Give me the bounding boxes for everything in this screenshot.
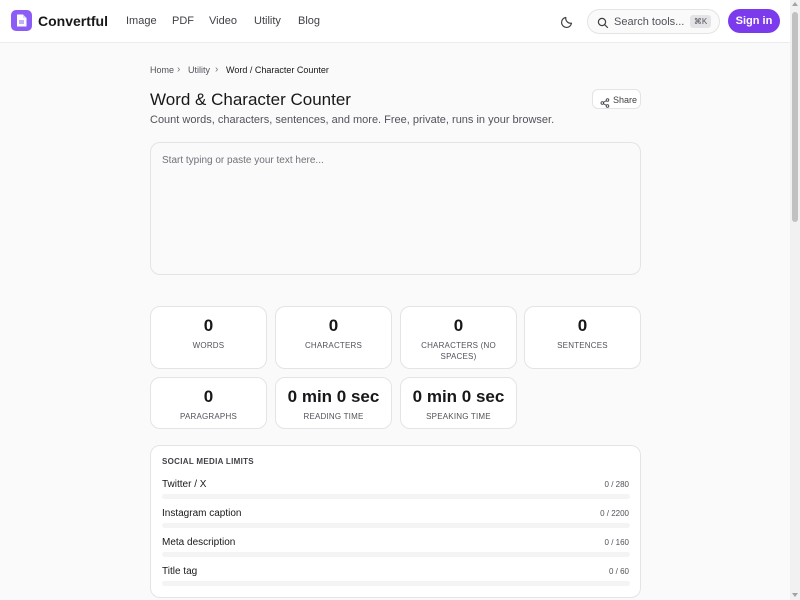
nav-pdf[interactable]: PDF bbox=[172, 15, 194, 27]
scroll-down-icon[interactable] bbox=[792, 593, 798, 597]
text-input-placeholder: Start typing or paste your text here... bbox=[162, 155, 324, 166]
search-shortcut: ⌘K bbox=[690, 15, 711, 28]
social-media-limits-title: SOCIAL MEDIA LIMITS bbox=[162, 457, 254, 466]
stat-value: 0 bbox=[203, 316, 214, 335]
stat-label: Characters (no spaces) bbox=[421, 341, 496, 361]
top-header: Convertful Image PDF Video Utility Blog … bbox=[0, 0, 790, 43]
nav-video[interactable]: Video bbox=[209, 15, 237, 27]
stat-label: Speaking time bbox=[426, 412, 491, 421]
nav-image[interactable]: Image bbox=[126, 15, 157, 27]
stat-card-speaking-time: 0 min 0 sec Speaking time bbox=[400, 377, 517, 429]
scroll-thumb[interactable] bbox=[792, 12, 798, 222]
stat-card-sentences: 0 Sentences bbox=[524, 306, 641, 369]
limit-bar-meta-description bbox=[162, 552, 630, 557]
stat-label: Sentences bbox=[557, 341, 608, 350]
stat-value: 0 bbox=[577, 316, 588, 335]
limit-bar-twitter bbox=[162, 494, 630, 499]
limit-bar-instagram bbox=[162, 523, 630, 528]
stat-value: 0 bbox=[453, 316, 464, 335]
signin-button[interactable]: Sign in bbox=[728, 9, 780, 33]
nav-blog[interactable]: Blog bbox=[298, 15, 320, 27]
moon-icon[interactable] bbox=[560, 13, 576, 29]
stat-label: Paragraphs bbox=[180, 412, 237, 421]
share-button[interactable]: Share bbox=[592, 89, 641, 109]
limit-bar-title-tag bbox=[162, 581, 630, 586]
limit-count-twitter: 0 / 280 bbox=[604, 480, 629, 489]
share-label: Share bbox=[613, 95, 638, 105]
stat-card-characters: 0 Characters bbox=[275, 306, 392, 369]
stat-value: 0 min 0 sec bbox=[412, 387, 505, 406]
nav-utility[interactable]: Utility bbox=[254, 15, 281, 27]
limit-count-instagram: 0 / 2200 bbox=[600, 509, 629, 518]
stat-card-words: 0 Words bbox=[150, 306, 267, 369]
social-media-limits-card: SOCIAL MEDIA LIMITS Twitter / X 0 / 280 … bbox=[150, 445, 641, 598]
logo-text[interactable]: Convertful bbox=[38, 13, 108, 29]
stat-label: Reading time bbox=[303, 412, 364, 421]
document-icon[interactable] bbox=[11, 10, 32, 31]
limit-name-title-tag: Title tag bbox=[162, 566, 198, 577]
limit-count-title-tag: 0 / 60 bbox=[608, 567, 629, 576]
limit-name-twitter: Twitter / X bbox=[162, 479, 207, 490]
chevron-right-icon: › bbox=[215, 64, 219, 75]
stat-label: Characters bbox=[304, 341, 363, 350]
text-input[interactable]: Start typing or paste your text here... bbox=[150, 142, 641, 275]
search-placeholder: Search tools... bbox=[614, 16, 685, 28]
page-title: Word & Character Counter bbox=[150, 90, 351, 109]
limit-name-meta-description: Meta description bbox=[162, 537, 236, 548]
breadcrumb-utility[interactable]: Utility bbox=[188, 65, 210, 75]
stat-label: Words bbox=[192, 341, 225, 350]
page-scrollbar[interactable] bbox=[790, 0, 800, 600]
scroll-up-icon[interactable] bbox=[792, 2, 798, 6]
search-icon bbox=[597, 16, 609, 34]
search-input[interactable]: Search tools... ⌘K bbox=[587, 9, 720, 34]
stat-value: 0 bbox=[203, 387, 214, 406]
breadcrumb-home[interactable]: Home bbox=[150, 65, 174, 75]
stat-value: 0 bbox=[328, 316, 339, 335]
limit-count-meta-description: 0 / 160 bbox=[604, 538, 629, 547]
breadcrumb-current: Word / Character Counter bbox=[226, 65, 329, 75]
chevron-right-icon: › bbox=[177, 64, 181, 75]
share-icon bbox=[600, 95, 610, 113]
page-subtitle: Count words, characters, sentences, and … bbox=[150, 114, 555, 126]
stat-card-reading-time: 0 min 0 sec Reading time bbox=[275, 377, 392, 429]
limit-name-instagram: Instagram caption bbox=[162, 508, 242, 519]
stat-card-paragraphs: 0 Paragraphs bbox=[150, 377, 267, 429]
stat-card-characters-no-spaces: 0 Characters (no spaces) bbox=[400, 306, 517, 369]
stat-value: 0 min 0 sec bbox=[287, 387, 380, 406]
